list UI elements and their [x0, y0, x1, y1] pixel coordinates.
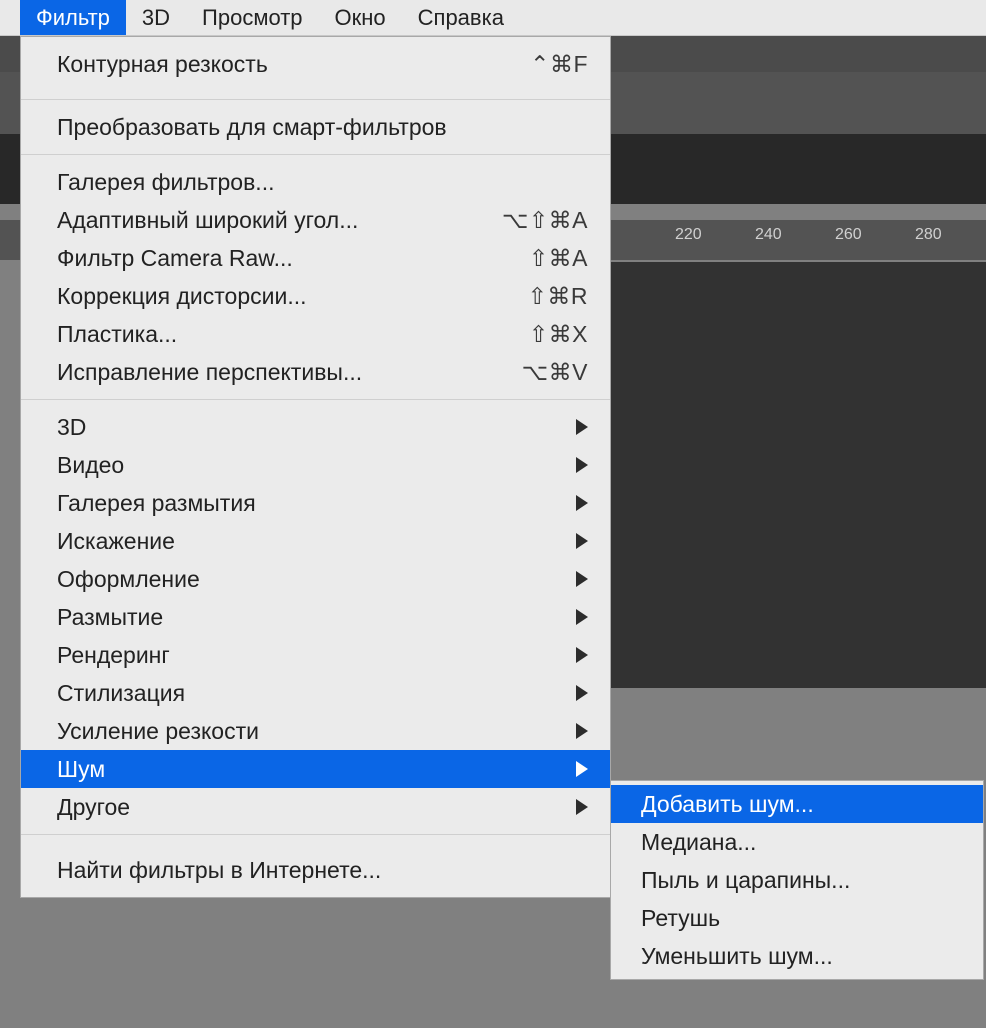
menu-item-pixelate[interactable]: Оформление	[21, 560, 610, 598]
menu-item-label: Адаптивный широкий угол...	[57, 207, 502, 234]
submenu-item-median[interactable]: Медиана...	[611, 823, 983, 861]
menu-item-label: 3D	[57, 414, 576, 441]
menu-item-label: Преобразовать для смарт-фильтров	[57, 114, 588, 141]
menu-item-last-filter[interactable]: Контурная резкость ⌃⌘F	[21, 37, 610, 91]
menu-item-label: Рендеринг	[57, 642, 576, 669]
menu-view[interactable]: Просмотр	[186, 0, 318, 35]
menu-item-noise[interactable]: Шум	[21, 750, 610, 788]
menu-3d[interactable]: 3D	[126, 0, 186, 35]
menu-item-label: Шум	[57, 756, 576, 783]
submenu-item-label: Добавить шум...	[641, 791, 961, 818]
menu-help[interactable]: Справка	[402, 0, 520, 35]
menu-item-liquify[interactable]: Пластика... ⇧⌘X	[21, 315, 610, 353]
submenu-arrow-icon	[576, 495, 588, 511]
menu-separator	[21, 99, 610, 100]
menu-item-vanishing-point[interactable]: Исправление перспективы... ⌥⌘V	[21, 353, 610, 391]
menu-filter[interactable]: Фильтр	[20, 0, 126, 35]
menu-label: Окно	[335, 5, 386, 31]
menu-item-3d[interactable]: 3D	[21, 408, 610, 446]
menu-item-video[interactable]: Видео	[21, 446, 610, 484]
menu-item-blur-gallery[interactable]: Галерея размытия	[21, 484, 610, 522]
menu-separator	[21, 834, 610, 835]
menu-item-distort[interactable]: Искажение	[21, 522, 610, 560]
menu-item-label: Усиление резкости	[57, 718, 576, 745]
menu-item-label: Размытие	[57, 604, 576, 631]
submenu-arrow-icon	[576, 761, 588, 777]
menu-item-label: Галерея фильтров...	[57, 169, 588, 196]
menubar: Фильтр 3D Просмотр Окно Справка	[0, 0, 986, 36]
menu-label: Справка	[418, 5, 504, 31]
menu-item-blur[interactable]: Размытие	[21, 598, 610, 636]
menu-item-filter-gallery[interactable]: Галерея фильтров...	[21, 163, 610, 201]
submenu-arrow-icon	[576, 457, 588, 473]
submenu-item-reduce-noise[interactable]: Уменьшить шум...	[611, 937, 983, 975]
menu-item-other[interactable]: Другое	[21, 788, 610, 826]
menu-item-label: Коррекция дисторсии...	[57, 283, 528, 310]
menu-separator	[21, 154, 610, 155]
submenu-item-label: Ретушь	[641, 905, 961, 932]
ruler-mark: 240	[755, 226, 782, 244]
menu-item-shortcut: ⇧⌘A	[529, 245, 588, 272]
menu-window[interactable]: Окно	[319, 0, 402, 35]
menu-item-label: Другое	[57, 794, 576, 821]
submenu-arrow-icon	[576, 609, 588, 625]
menu-item-shortcut: ⌥⌘V	[522, 359, 588, 386]
ruler-mark: 220	[675, 226, 702, 244]
menu-item-label: Видео	[57, 452, 576, 479]
menu-label: 3D	[142, 5, 170, 31]
menu-item-label: Оформление	[57, 566, 576, 593]
ruler-mark: 280	[915, 226, 942, 244]
menu-separator	[21, 399, 610, 400]
submenu-arrow-icon	[576, 647, 588, 663]
filter-dropdown: Контурная резкость ⌃⌘F Преобразовать для…	[20, 36, 611, 898]
submenu-arrow-icon	[576, 723, 588, 739]
menu-item-label: Галерея размытия	[57, 490, 576, 517]
menu-item-camera-raw[interactable]: Фильтр Camera Raw... ⇧⌘A	[21, 239, 610, 277]
menu-item-shortcut: ⌃⌘F	[530, 51, 588, 78]
menu-item-shortcut: ⇧⌘X	[529, 321, 588, 348]
menu-item-smart-filters[interactable]: Преобразовать для смарт-фильтров	[21, 108, 610, 146]
menu-item-label: Стилизация	[57, 680, 576, 707]
menu-item-render[interactable]: Рендеринг	[21, 636, 610, 674]
menu-item-shortcut: ⇧⌘R	[528, 283, 588, 310]
ruler-mark: 260	[835, 226, 862, 244]
submenu-item-label: Медиана...	[641, 829, 961, 856]
menu-item-lens-correction[interactable]: Коррекция дисторсии... ⇧⌘R	[21, 277, 610, 315]
menu-item-sharpen[interactable]: Усиление резкости	[21, 712, 610, 750]
menu-item-stylize[interactable]: Стилизация	[21, 674, 610, 712]
menu-item-adaptive-wide[interactable]: Адаптивный широкий угол... ⌥⇧⌘A	[21, 201, 610, 239]
submenu-item-dust-scratches[interactable]: Пыль и царапины...	[611, 861, 983, 899]
menu-item-label: Контурная резкость	[57, 51, 530, 78]
menu-item-label: Пластика...	[57, 321, 529, 348]
submenu-arrow-icon	[576, 799, 588, 815]
menu-item-online-filters[interactable]: Найти фильтры в Интернете...	[21, 843, 610, 897]
submenu-arrow-icon	[576, 533, 588, 549]
submenu-item-label: Уменьшить шум...	[641, 943, 961, 970]
menu-item-label: Исправление перспективы...	[57, 359, 522, 386]
menu-item-label: Фильтр Camera Raw...	[57, 245, 529, 272]
submenu-item-add-noise[interactable]: Добавить шум...	[611, 785, 983, 823]
menu-label: Фильтр	[36, 5, 110, 31]
noise-submenu: Добавить шум... Медиана... Пыль и царапи…	[610, 780, 984, 980]
submenu-item-despeckle[interactable]: Ретушь	[611, 899, 983, 937]
menu-label: Просмотр	[202, 5, 302, 31]
menu-item-shortcut: ⌥⇧⌘A	[502, 207, 588, 234]
submenu-arrow-icon	[576, 419, 588, 435]
menu-item-label: Искажение	[57, 528, 576, 555]
submenu-arrow-icon	[576, 571, 588, 587]
menu-item-label: Найти фильтры в Интернете...	[57, 857, 588, 884]
submenu-item-label: Пыль и царапины...	[641, 867, 961, 894]
submenu-arrow-icon	[576, 685, 588, 701]
